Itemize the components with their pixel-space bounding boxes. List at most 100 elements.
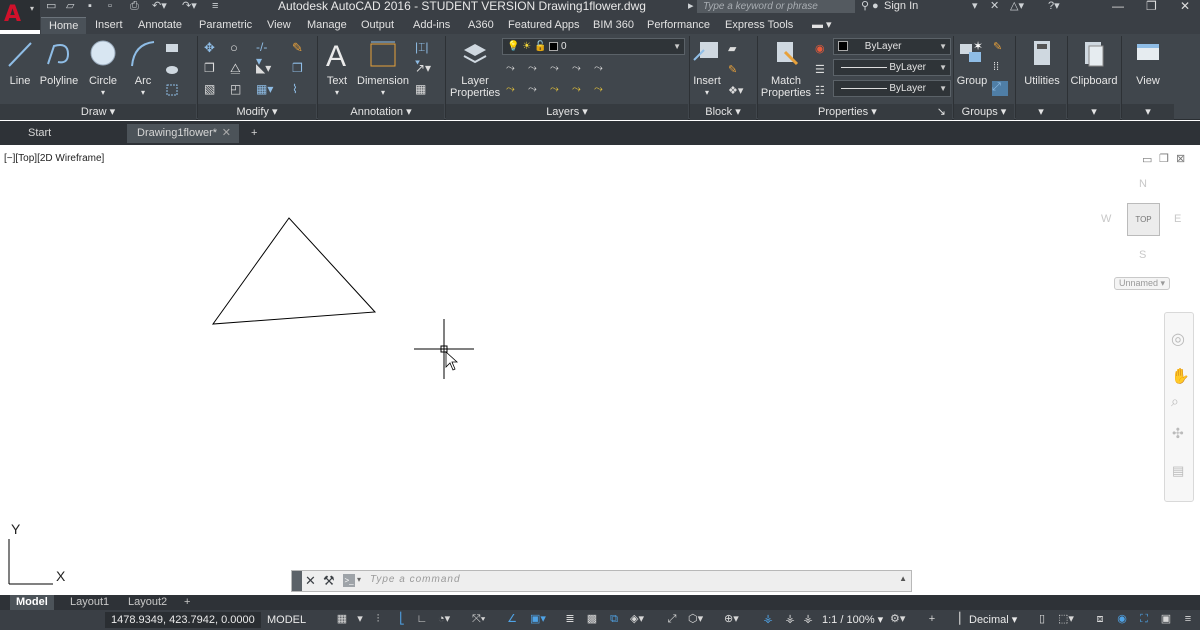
group-selection-icon[interactable]: ⤢ [992,81,1008,96]
showmotion-icon[interactable]: ▤ [1172,463,1184,479]
color-dropdown[interactable]: ByLayer ▼ [833,38,951,55]
snap-icon[interactable]: ⫶ [372,613,384,626]
add-layout-button[interactable]: + [178,595,196,610]
clipboard-button[interactable]: Clipboard [1070,34,1118,87]
chevron-down-icon[interactable]: ▾ [357,575,361,584]
grid-icon[interactable]: ▦ [336,613,348,626]
compass-west[interactable]: W [1101,213,1111,225]
group-edit-icon[interactable]: ✎ [993,40,1007,53]
fillet-icon[interactable]: ◣▾ [256,61,271,75]
dynamic-ucs-icon[interactable]: ⤢ [666,613,678,626]
explode-icon[interactable]: ❒ [292,61,306,75]
erase-icon[interactable]: ✎ [292,40,306,55]
search-expand-icon[interactable]: ▸ [688,0,694,14]
tab-bim-360[interactable]: BIM 360 [593,17,634,34]
table-icon[interactable]: ▦ [415,82,429,96]
chevron-down-icon[interactable]: ▾ [322,87,352,99]
layout-tab-layout1[interactable]: Layout1 [64,595,115,610]
gizmo-icon[interactable]: ⊕▾ [724,613,739,626]
view-panel-expander[interactable]: ▾ [1122,104,1174,120]
chevron-down-icon[interactable]: ▾ [354,613,366,626]
clipboard-panel-expander[interactable]: ▾ [1068,104,1120,120]
utilities-panel-expander[interactable]: ▾ [1016,104,1066,120]
match-properties-button[interactable]: Match Properties [760,34,812,99]
annotation-visibility-icon[interactable]: ⚶ [762,613,774,626]
infer-constraints-icon[interactable]: ⎣ [396,613,408,626]
trim-icon[interactable]: -/-▾ [256,40,270,68]
ucs-menu[interactable]: Unnamed ▾ [1114,277,1170,290]
layer-lock-icon[interactable]: ⤳ [572,62,586,74]
layer-off-icon[interactable]: ⤳ [506,62,520,74]
new-icon[interactable]: ▭ [46,0,56,14]
ortho-icon[interactable]: ∟ [416,613,428,626]
tab-parametric[interactable]: Parametric [199,17,252,34]
transparency-icon[interactable]: ▩ [586,613,598,626]
exchange-icon[interactable]: ✕ [990,0,999,14]
block-attributes-icon[interactable]: ❖▾ [728,84,743,97]
object-snap-icon[interactable]: ▣▾ [530,613,546,626]
mirror-icon[interactable]: ⧋ [230,61,244,75]
layer-properties-button[interactable]: Layer Properties [450,34,500,99]
polyline-button[interactable]: Polyline [38,34,80,87]
tab-output[interactable]: Output [361,17,394,34]
lineweight-dropdown[interactable]: ByLayer ▼ [833,59,951,76]
tab-home[interactable]: Home [41,17,87,34]
layers-panel-title[interactable]: Layers ▾ [446,104,688,120]
annotation-scale-icon[interactable]: ⚶ [802,613,814,626]
command-input[interactable]: Type a command [370,574,461,585]
plot-icon[interactable]: ⎙ [130,0,139,14]
object-snap-tracking-icon[interactable]: ∠ [506,613,518,626]
block-panel-title[interactable]: Block ▾ [690,104,756,120]
chevron-down-icon[interactable]: ▾ [86,87,120,99]
new-tab-button[interactable]: + [241,124,271,143]
layer-on-icon[interactable]: ⤳ [506,83,520,95]
chevron-down-icon[interactable]: ▾ [128,87,158,99]
qat-menu-icon[interactable]: ≡ [212,0,218,14]
lineweight-display-icon[interactable]: ≣ [564,613,576,626]
tab-view[interactable]: View [267,17,291,34]
linetype-dropdown[interactable]: ByLayer ▼ [833,80,951,97]
model-space-toggle[interactable]: MODEL [267,612,306,628]
array-icon[interactable]: ▦▾ [256,82,273,96]
ungroup-icon[interactable]: ⁞⁞ [993,61,1007,73]
layer-freeze-icon[interactable]: ⤳ [550,62,564,74]
layer-unisolate-icon[interactable]: ⤳ [528,83,542,95]
recent-commands-icon[interactable]: >_ [343,574,355,587]
fullscreen-icon[interactable]: ▣ [1160,613,1172,626]
stretch-icon[interactable]: ▧ [204,82,218,96]
isodraft-icon[interactable]: ⤧▾ [472,613,485,626]
3d-osnap-icon[interactable]: ◈▾ [630,613,644,626]
quick-properties-icon[interactable]: ▯ [1036,613,1048,626]
tab-express-tools[interactable]: Express Tools [725,17,793,34]
isolate-objects-icon[interactable]: ⧈ [1094,613,1106,626]
offset-icon[interactable]: ⌇ [292,82,306,96]
restore-button[interactable]: ❐ [1146,0,1157,12]
line-button[interactable]: Line [5,34,35,87]
close-window-button[interactable]: ✕ [1180,0,1190,12]
modify-panel-title[interactable]: Modify ▾ [198,104,316,120]
properties-panel-title[interactable]: Properties ▾ ↘ [758,104,952,120]
help-search-input[interactable]: Type a keyword or phrase [697,0,855,13]
binoculars-icon[interactable]: ⚲ [861,0,869,14]
close-icon[interactable]: ✕ [305,573,316,589]
save-icon[interactable]: ▪ [88,0,92,14]
scale-icon[interactable]: ◰ [230,82,244,96]
open-icon[interactable]: ▱ [66,0,74,14]
sign-in-button[interactable]: Sign In [884,0,918,13]
layout-tab-model[interactable]: Model [10,595,54,610]
minimize-button[interactable]: — [1112,0,1124,12]
redo-icon[interactable]: ↷▾ [182,0,197,14]
lock-ui-icon[interactable]: ⬚▾ [1058,613,1074,626]
workspace-gear-icon[interactable]: ⚙▾ [890,613,905,626]
selection-cycling-icon[interactable]: ⧉ [608,613,620,626]
a360-icon[interactable]: △▾ [1010,0,1024,14]
command-line-grip[interactable] [292,571,302,591]
dialog-launcher-icon[interactable]: ↘ [937,104,946,120]
layer-isolate-icon[interactable]: ⤳ [528,62,542,74]
undo-icon[interactable]: ↶▾ [152,0,167,14]
circle-button[interactable]: Circle ▾ [86,34,120,99]
close-tab-icon[interactable]: ✕ [222,124,231,142]
layer-match-icon[interactable]: ⤳ [594,62,608,74]
move-icon[interactable]: ✥ [204,40,218,55]
edit-block-icon[interactable]: ✎ [728,63,742,76]
